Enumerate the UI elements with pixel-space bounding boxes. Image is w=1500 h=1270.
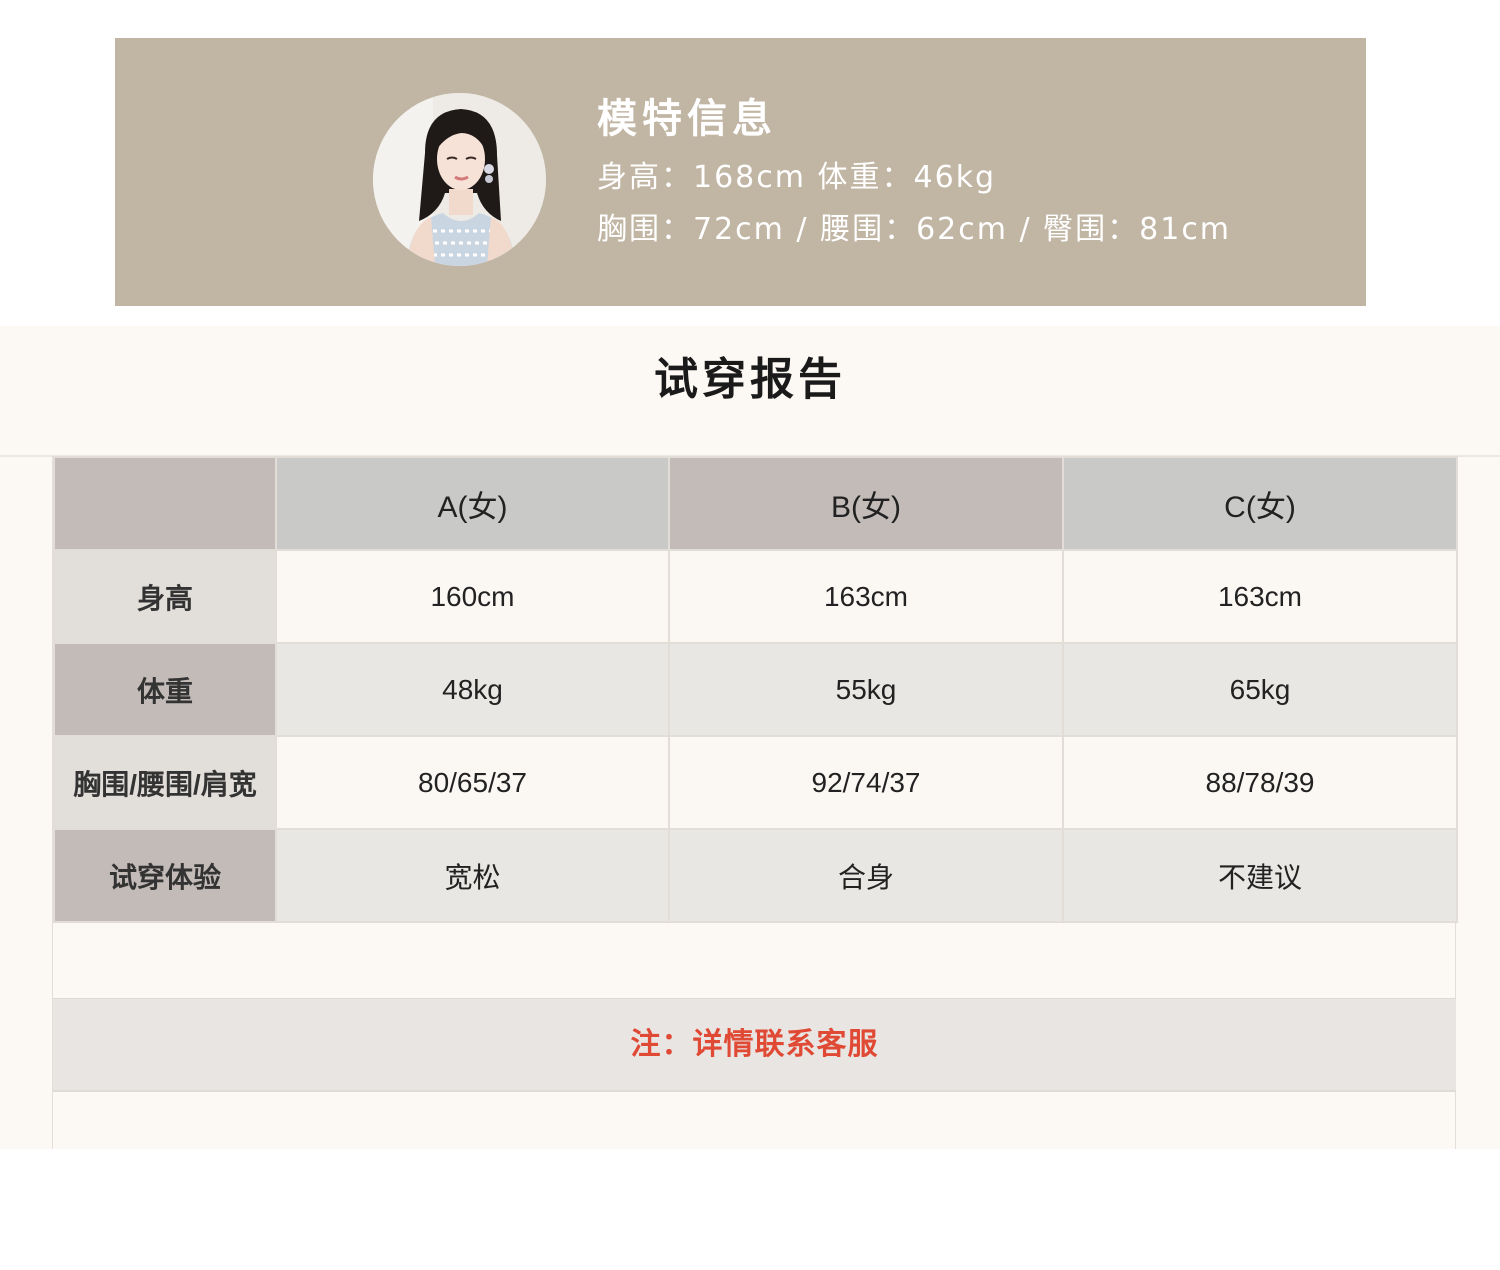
row-label-weight: 体重 xyxy=(53,642,277,737)
report-title: 试穿报告 xyxy=(654,354,846,405)
table-cell: 48kg xyxy=(275,642,670,737)
model-measurements: 胸围：72cm / 腰围：62cm / 臀围：81cm xyxy=(597,212,1232,247)
model-height-weight: 身高：168cm 体重：46kg xyxy=(597,160,997,195)
table-row: 体重 48kg 55kg 65kg xyxy=(53,642,1458,737)
table-cell: 163cm xyxy=(1062,549,1458,644)
note-text: 注：详情联系客服 xyxy=(630,1027,879,1062)
model-avatar xyxy=(373,93,546,266)
table-cell: 80/65/37 xyxy=(275,735,670,830)
row-label-experience: 试穿体验 xyxy=(53,828,277,923)
table-cell: 合身 xyxy=(668,828,1064,923)
model-info-text: 模特信息 身高：168cm 体重：46kg 胸围：72cm / 腰围：62cm … xyxy=(597,90,1231,256)
column-header-empty xyxy=(53,456,277,551)
table-row: 身高 160cm 163cm 163cm xyxy=(53,549,1458,644)
table-cell: 55kg xyxy=(668,642,1064,737)
table-cell: 160cm xyxy=(275,549,670,644)
table-cell: 65kg xyxy=(1062,642,1458,737)
model-info-title: 模特信息 xyxy=(597,96,777,142)
table-header-row: A(女) B(女) C(女) xyxy=(53,456,1458,551)
table-cell: 不建议 xyxy=(1062,828,1458,923)
column-header-b: B(女) xyxy=(668,456,1064,551)
table-cell: 88/78/39 xyxy=(1062,735,1458,830)
fitting-table: A(女) B(女) C(女) 身高 160cm 163cm 163cm 体重 4… xyxy=(53,456,1458,923)
model-avatar-icon xyxy=(373,93,546,266)
note-bar: 注：详情联系客服 xyxy=(53,998,1456,1092)
table-cell: 163cm xyxy=(668,549,1064,644)
table-cell: 宽松 xyxy=(275,828,670,923)
table-row: 胸围/腰围/肩宽 80/65/37 92/74/37 88/78/39 xyxy=(53,735,1458,830)
row-label-measurements: 胸围/腰围/肩宽 xyxy=(53,735,277,830)
table-cell: 92/74/37 xyxy=(668,735,1064,830)
row-label-height: 身高 xyxy=(53,549,277,644)
model-info-banner: 模特信息 身高：168cm 体重：46kg 胸围：72cm / 腰围：62cm … xyxy=(115,38,1366,306)
column-header-a: A(女) xyxy=(275,456,670,551)
table-row: 试穿体验 宽松 合身 不建议 xyxy=(53,828,1458,923)
column-header-c: C(女) xyxy=(1062,456,1458,551)
